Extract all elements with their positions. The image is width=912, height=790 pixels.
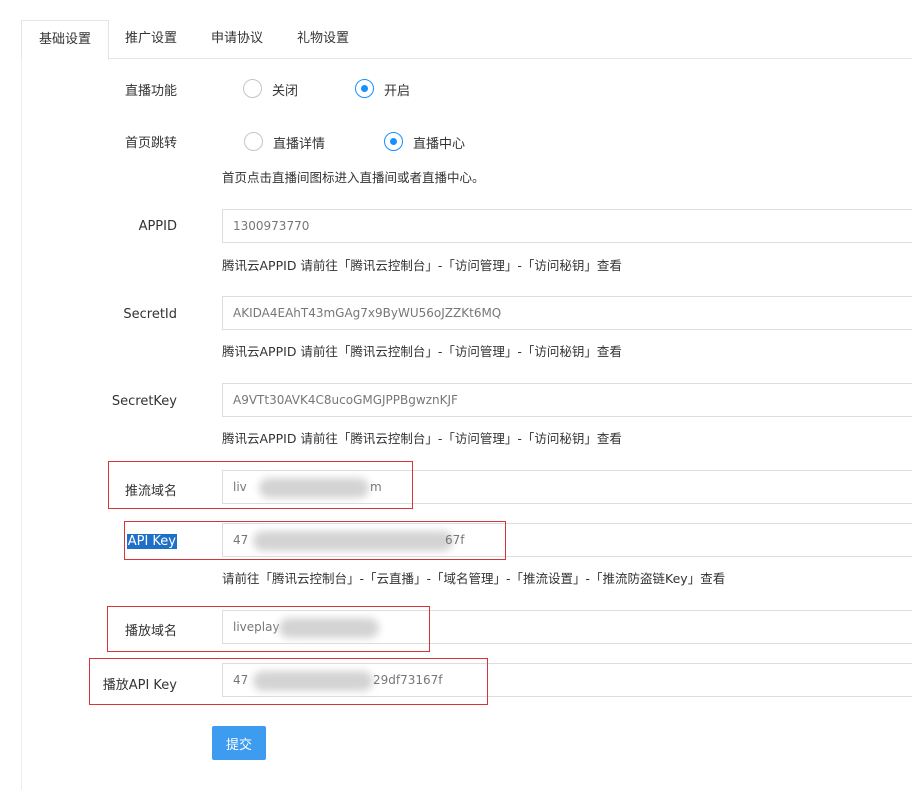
live-center-label[interactable]: 直播中心 [413,133,465,152]
tab-gift-settings[interactable]: 礼物设置 [281,20,365,58]
live-detail-radio[interactable] [244,132,263,151]
secretkey-help: 腾讯云APPID 请前往「腾讯云控制台」-「访问管理」-「访问秘钥」查看 [222,431,622,446]
live-off-label[interactable]: 关闭 [272,80,298,99]
live-on-label[interactable]: 开启 [384,80,410,99]
highlight-box [107,606,430,652]
secretkey-label: SecretKey [111,394,177,409]
tab-promotion-settings[interactable]: 推广设置 [109,20,193,58]
tab-bar: 基础设置 推广设置 申请协议 礼物设置 [21,20,912,60]
secretkey-input[interactable] [222,383,912,417]
live-on-radio[interactable] [355,79,374,98]
highlight-box [108,461,413,509]
tab-basic-settings[interactable]: 基础设置 [21,20,109,60]
live-center-radio[interactable] [384,132,403,151]
live-off-radio[interactable] [243,79,262,98]
secretid-help: 腾讯云APPID 请前往「腾讯云控制台」-「访问管理」-「访问秘钥」查看 [222,344,622,359]
secretid-input[interactable] [222,296,912,330]
home-jump-label: 首页跳转 [124,136,177,151]
appid-label: APPID [138,219,177,234]
home-jump-help: 首页点击直播间图标进入直播间或者直播中心。 [222,170,485,185]
submit-button[interactable]: 提交 [212,726,266,760]
highlight-box [124,521,506,560]
live-function-label: 直播功能 [124,84,177,99]
panel-left-border [21,58,22,790]
appid-help: 腾讯云APPID 请前往「腾讯云控制台」-「访问管理」-「访问秘钥」查看 [222,258,622,273]
api-key-help: 请前往「腾讯云控制台」-「云直播」-「域名管理」-「推流设置」-「推流防盗链Ke… [222,571,726,586]
live-detail-label[interactable]: 直播详情 [273,133,325,152]
secretid-label: SecretId [123,307,177,322]
tab-application-agreement[interactable]: 申请协议 [195,20,279,58]
highlight-box [89,658,488,705]
appid-input[interactable] [222,209,912,243]
